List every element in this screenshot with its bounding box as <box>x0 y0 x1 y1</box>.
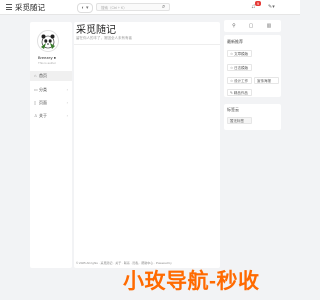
site-title[interactable]: 采觅随记 <box>15 2 45 13</box>
sidebar-item-about[interactable]: ♙关于 › <box>30 111 72 121</box>
chevron-right-icon: › <box>66 100 68 105</box>
tags-title: 标签云 <box>227 107 239 112</box>
menu-icon[interactable] <box>6 4 12 10</box>
sidebar-item-pages[interactable]: ▯ 页面 › <box>30 98 72 108</box>
poster-button[interactable]: 宣传海报 <box>254 77 279 84</box>
chevron-right-icon: › <box>66 113 68 118</box>
chat-icon[interactable]: ▢ <box>246 21 256 31</box>
featured-work-button[interactable]: ✎ 精品作品 <box>227 89 252 96</box>
search-icon[interactable]: ⌕ <box>162 3 170 11</box>
design-work-button[interactable]: ☆ 设计工作 <box>227 77 252 84</box>
main-content-card <box>74 22 220 268</box>
user-menu-button[interactable]: ✎▾ <box>268 3 280 11</box>
article-template-button[interactable]: ☆ 文章模版 <box>227 50 252 57</box>
theme-toggle-button[interactable]: ◐ ▾ <box>77 3 93 13</box>
author-subtitle: This is author <box>37 61 56 65</box>
search-input[interactable]: 搜索（Ctrl + K） <box>96 3 170 11</box>
page-title: 采觅随记 <box>76 25 116 36</box>
tag-chip[interactable]: 暂无标签 <box>227 117 252 124</box>
author-name[interactable]: Breezey ● <box>32 55 62 60</box>
watermark: 小玫导航-秒收 <box>123 270 260 293</box>
divider <box>74 44 220 45</box>
sidebar-item-category[interactable]: ▭分类 › <box>30 85 72 95</box>
chevron-right-icon: › <box>66 87 68 92</box>
avatar[interactable] <box>37 30 59 52</box>
log-template-button[interactable]: ☆ 日志模版 <box>227 64 252 71</box>
sidebar-item-home[interactable]: ⌂ 首页 <box>30 71 72 81</box>
trash-icon[interactable]: ▥ <box>264 21 274 31</box>
page-subtitle: 留在你人的丰了，常因全人未有有者 <box>76 36 132 40</box>
pin-icon[interactable]: ⚲ <box>229 21 239 31</box>
recommend-title: 最新推荐 <box>227 39 243 44</box>
notification-badge: 9 <box>255 1 261 6</box>
